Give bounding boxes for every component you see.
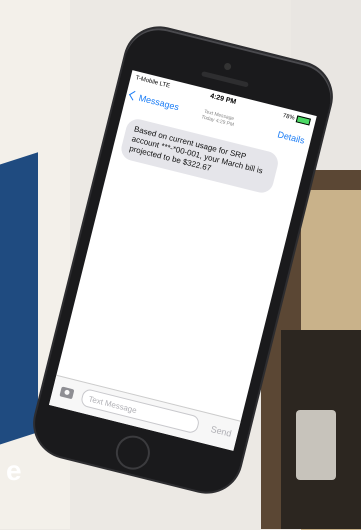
earpiece-speaker [201, 71, 249, 88]
send-button[interactable]: Send [210, 424, 233, 439]
camera-icon[interactable] [59, 386, 75, 400]
home-button[interactable] [112, 431, 154, 474]
background-banner-letter: e [6, 455, 22, 486]
background-blue-banner [0, 152, 38, 448]
front-camera [223, 62, 232, 71]
background-appliance [296, 410, 336, 480]
message-input[interactable] [79, 387, 201, 435]
battery-percent: 78% [282, 113, 296, 122]
details-button[interactable]: Details [277, 129, 306, 145]
